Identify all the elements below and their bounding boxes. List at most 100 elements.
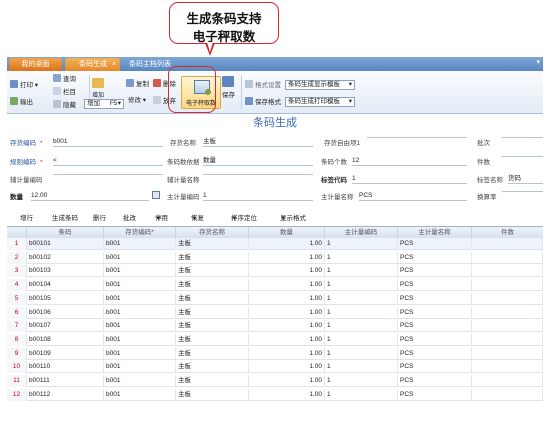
- conv-rate-field[interactable]: [502, 191, 543, 192]
- cell-qty[interactable]: 1.00: [249, 306, 325, 319]
- cell-uname[interactable]: PCS: [398, 333, 472, 346]
- cell-uname[interactable]: PCS: [398, 388, 472, 401]
- cell-inv[interactable]: b001: [104, 279, 176, 292]
- cell-inv[interactable]: b001: [104, 320, 176, 333]
- cell-inv[interactable]: b001: [104, 361, 176, 374]
- cell-pieces[interactable]: [472, 306, 543, 319]
- chevron-down-icon[interactable]: ▾: [536, 58, 540, 66]
- cell-barcode[interactable]: b00106: [27, 306, 104, 319]
- cell-unit[interactable]: 1: [325, 292, 398, 305]
- cell-unit[interactable]: 1: [325, 238, 398, 250]
- cell-barcode[interactable]: b00101: [27, 238, 104, 250]
- cell-barcode[interactable]: b00110: [27, 361, 104, 374]
- cell-name[interactable]: 主板: [176, 306, 249, 319]
- cell-barcode[interactable]: b00104: [27, 279, 104, 292]
- inventory-code-field[interactable]: b001: [53, 137, 163, 147]
- cell-barcode[interactable]: b00105: [27, 292, 104, 305]
- delete-row-button[interactable]: 删行: [93, 213, 106, 225]
- cell-name[interactable]: 主板: [176, 238, 249, 250]
- tab-desktop[interactable]: 我的桌面: [9, 58, 62, 71]
- pieces-field[interactable]: [502, 156, 543, 157]
- main-unit-code-field[interactable]: 1: [203, 191, 313, 201]
- table-row[interactable]: 7 b00107 b001 主板 1.00 1 PCS: [7, 320, 543, 333]
- cell-inv[interactable]: b001: [104, 375, 176, 387]
- cell-qty[interactable]: 1.00: [249, 292, 325, 305]
- cell-inv[interactable]: b001: [104, 347, 176, 360]
- cell-barcode[interactable]: b00107: [27, 320, 104, 333]
- table-row[interactable]: 10 b00110 b001 主板 1.00 1 PCS: [7, 361, 543, 374]
- show-format-button[interactable]: 显示格式 ▾: [280, 213, 306, 225]
- cell-unit[interactable]: 1: [325, 388, 398, 401]
- calculator-icon[interactable]: [152, 191, 160, 199]
- cell-unit[interactable]: 1: [325, 320, 398, 333]
- cell-uname[interactable]: PCS: [398, 265, 472, 278]
- cell-inv[interactable]: b001: [104, 238, 176, 250]
- table-row[interactable]: 6 b00106 b001 主板 1.00 1 PCS: [7, 306, 543, 319]
- cell-pieces[interactable]: [472, 251, 543, 264]
- copy-button[interactable]: 复制: [126, 79, 149, 90]
- free-item1-field[interactable]: [367, 137, 467, 138]
- label-name-field[interactable]: 货码: [508, 174, 543, 184]
- cell-uname[interactable]: PCS: [398, 347, 472, 360]
- cell-pieces[interactable]: [472, 279, 543, 292]
- cell-inv[interactable]: b001: [104, 333, 176, 346]
- table-row[interactable]: 1 b00101 b001 主板 1.00 1 PCS: [7, 238, 543, 250]
- generate-barcode-button[interactable]: 生成条码: [52, 213, 78, 225]
- format-setting-button[interactable]: 格式设置: [245, 80, 281, 91]
- table-row[interactable]: 9 b00109 b001 主板 1.00 1 PCS: [7, 347, 543, 360]
- cell-name[interactable]: 主板: [176, 347, 249, 360]
- cell-pieces[interactable]: [472, 292, 543, 305]
- cell-pieces[interactable]: [472, 388, 543, 401]
- cell-inv[interactable]: b001: [104, 251, 176, 264]
- cell-barcode[interactable]: b00108: [27, 333, 104, 346]
- cell-inv[interactable]: b001: [104, 265, 176, 278]
- cell-barcode[interactable]: b00109: [27, 347, 104, 360]
- table-row[interactable]: 8 b00108 b001 主板 1.00 1 PCS: [7, 333, 543, 346]
- cell-name[interactable]: 主板: [176, 333, 249, 346]
- cell-uname[interactable]: PCS: [398, 361, 472, 374]
- aux-unit-code-field[interactable]: [53, 174, 163, 175]
- table-row[interactable]: 4 b00104 b001 主板 1.00 1 PCS: [7, 279, 543, 292]
- cell-unit[interactable]: 1: [325, 306, 398, 319]
- batch-field[interactable]: [502, 137, 543, 138]
- cell-unit[interactable]: 1: [325, 361, 398, 374]
- cell-qty[interactable]: 1.00: [249, 333, 325, 346]
- cell-pieces[interactable]: [472, 333, 543, 346]
- cell-pieces[interactable]: [472, 320, 543, 333]
- print-button[interactable]: 打印 ▾: [10, 80, 38, 91]
- close-icon[interactable]: ×: [112, 58, 116, 71]
- cell-name[interactable]: 主板: [176, 375, 249, 387]
- header-unit-name[interactable]: 主计量名称: [398, 227, 472, 238]
- table-row[interactable]: 3 b00103 b001 主板 1.00 1 PCS: [7, 265, 543, 278]
- qty-field[interactable]: 12.00: [31, 191, 149, 201]
- sort-locate-button[interactable]: 排序定位 ▾: [231, 213, 257, 225]
- header-unit-code[interactable]: 主计量编码: [325, 227, 398, 238]
- disable-button[interactable]: 停用 ▾: [155, 213, 168, 225]
- cell-uname[interactable]: PCS: [398, 251, 472, 264]
- cell-qty[interactable]: 1.00: [249, 320, 325, 333]
- add-button[interactable]: [92, 78, 106, 91]
- cell-name[interactable]: 主板: [176, 361, 249, 374]
- cell-barcode[interactable]: b00102: [27, 251, 104, 264]
- cell-inv[interactable]: b001: [104, 292, 176, 305]
- table-row[interactable]: 2 b00102 b001 主板 1.00 1 PCS: [7, 251, 543, 264]
- header-pieces[interactable]: 件数: [472, 227, 543, 238]
- table-row[interactable]: 12 b00112 b001 主板 1.00 1 PCS: [7, 388, 543, 401]
- inventory-name-field[interactable]: 主板: [203, 137, 313, 147]
- display-template-select[interactable]: 条码生成显示模板: [285, 80, 355, 90]
- cell-name[interactable]: 主板: [176, 320, 249, 333]
- cell-inv[interactable]: b001: [104, 388, 176, 401]
- header-inv-code[interactable]: 存货编码*: [104, 227, 176, 238]
- cell-name[interactable]: 主板: [176, 265, 249, 278]
- header-inv-name[interactable]: 存货名称: [176, 227, 249, 238]
- cell-barcode[interactable]: b00111: [27, 375, 104, 387]
- cell-uname[interactable]: PCS: [398, 292, 472, 305]
- cell-unit[interactable]: 1: [325, 333, 398, 346]
- cell-pieces[interactable]: [472, 265, 543, 278]
- cell-pieces[interactable]: [472, 361, 543, 374]
- cell-name[interactable]: 主板: [176, 388, 249, 401]
- add-row-button[interactable]: 增行: [20, 213, 33, 225]
- cell-uname[interactable]: PCS: [398, 306, 472, 319]
- modify-button[interactable]: 修改 ▾: [128, 96, 146, 106]
- save-button[interactable]: [222, 76, 236, 90]
